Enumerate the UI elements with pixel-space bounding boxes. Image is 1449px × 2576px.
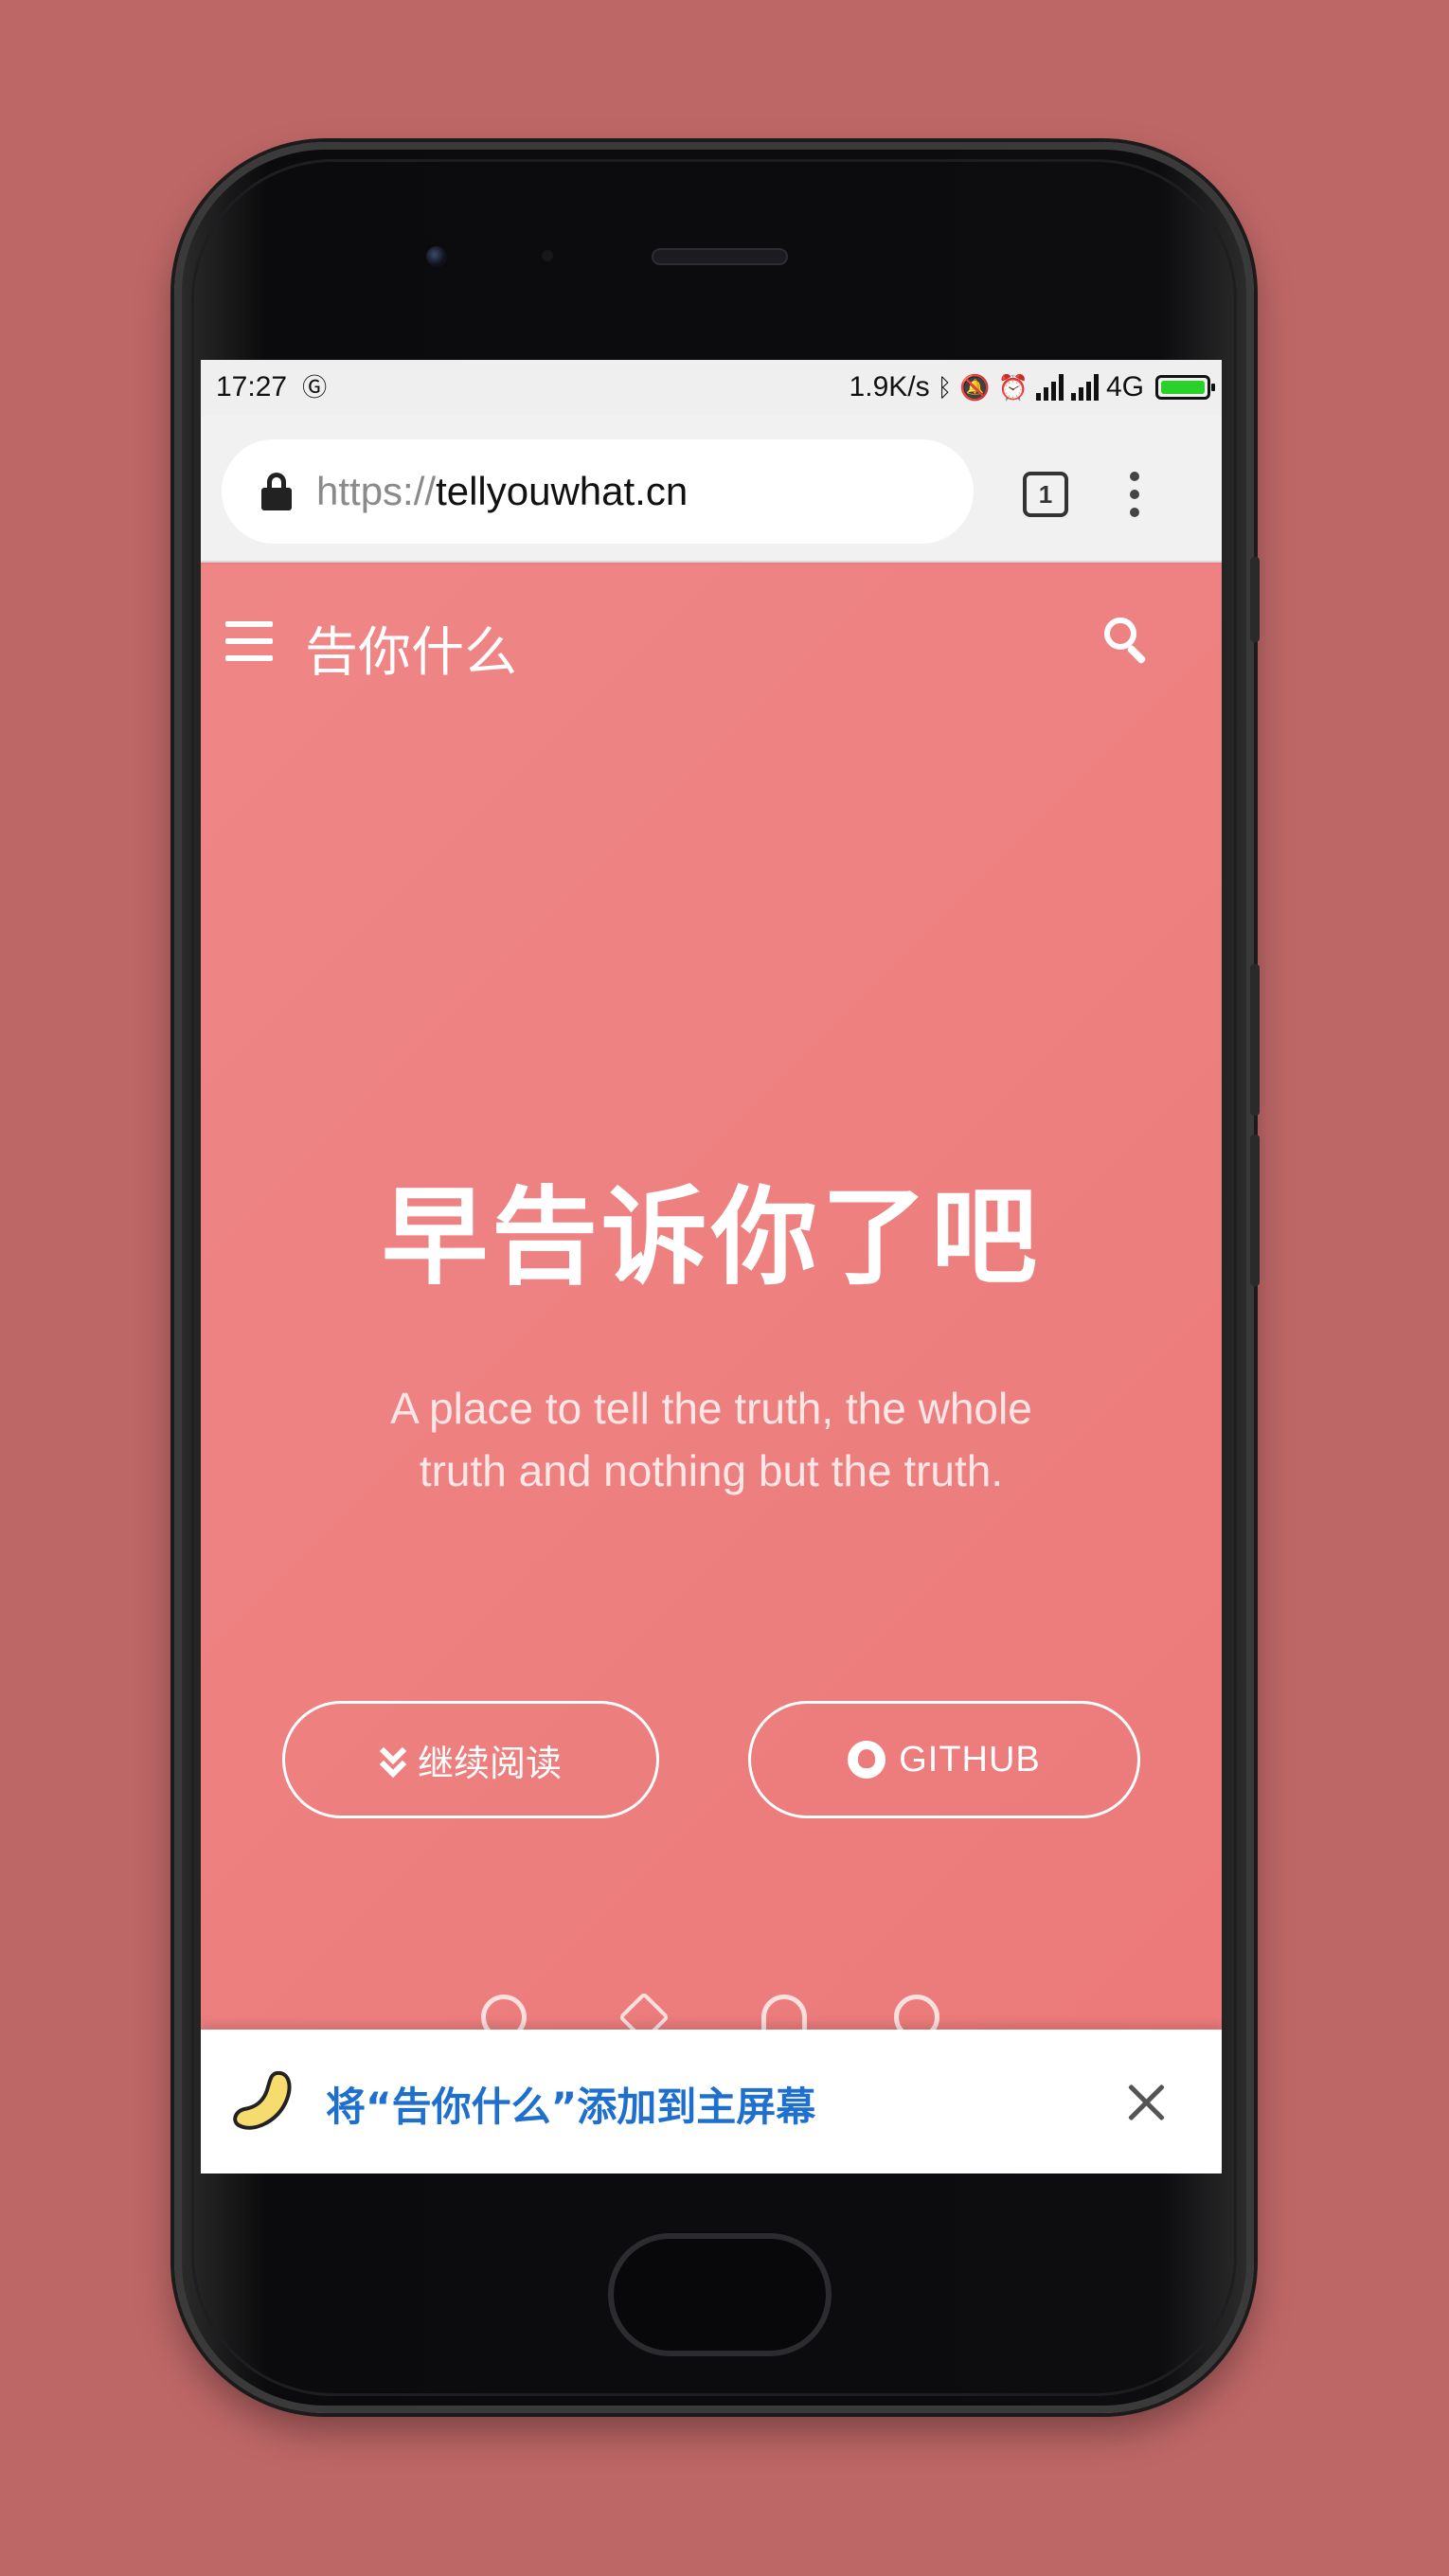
hero-subtitle: A place to tell the truth, the whole tru… [390,1384,1032,1495]
add-to-home-banner[interactable]: 将“告你什么”添加到主屏幕 [201,2030,1222,2174]
network-type: 4G [1105,371,1144,402]
power-button [1250,557,1260,642]
status-time: 17:27 [216,371,288,402]
battery-level [1161,381,1205,394]
signal-icon [1070,374,1099,401]
home-button[interactable] [608,2233,832,2356]
social-links [201,1991,1222,2044]
nfc-icon: Ⓖ [302,373,328,402]
network-speed: 1.9K/s [849,371,930,402]
close-icon[interactable] [1127,2083,1167,2122]
site-logo-icon [233,2070,292,2130]
proximity-sensor [542,250,553,261]
phone-screen: 17:27 Ⓖ 1.9K/s ᛒ 🔕 ⏰ 4G https:// tellyou… [201,360,1222,2174]
github-label: GITHUB [899,1739,1041,1780]
search-icon[interactable] [1104,617,1152,665]
more-options-icon[interactable] [1125,472,1144,517]
read-more-label: 继续阅读 [417,1742,562,1784]
url-scheme: https:// [316,469,437,513]
url-host: tellyouwhat.cn [436,469,689,513]
hamburger-menu-icon[interactable] [225,621,273,661]
browser-toolbar: https:// tellyouwhat.cn 1 [201,415,1222,563]
web-page: 告你什么 早告诉你了吧 A place to tell the truth, t… [201,564,1222,2174]
battery-icon [1155,375,1215,400]
earpiece-speaker [652,248,788,265]
address-bar[interactable]: https:// tellyouwhat.cn [222,439,974,544]
signal-icon [1035,374,1064,401]
github-icon [848,1741,886,1779]
volume-down-button [1250,1135,1260,1286]
status-bar: 17:27 Ⓖ 1.9K/s ᛒ 🔕 ⏰ 4G [201,360,1222,415]
read-more-button[interactable]: 继续阅读 [282,1701,659,1818]
site-brand[interactable]: 告你什么 [305,610,517,687]
tab-switcher-button[interactable]: 1 [1023,472,1068,517]
add-to-home-text[interactable]: 将“告你什么”添加到主屏幕 [326,2075,815,2133]
alarm-icon: ⏰ [997,373,1029,402]
bluetooth-icon: ᛒ [937,373,953,402]
mute-bell-icon: 🔕 [959,373,991,402]
volume-up-button [1250,964,1260,1116]
github-button[interactable]: GITHUB [748,1701,1140,1818]
site-navbar: 告你什么 [201,564,1222,720]
double-chevron-down-icon [380,1744,404,1776]
lock-icon[interactable] [261,473,292,510]
hero-title: 早告诉你了吧 [382,1176,1041,1299]
front-camera [426,246,447,267]
